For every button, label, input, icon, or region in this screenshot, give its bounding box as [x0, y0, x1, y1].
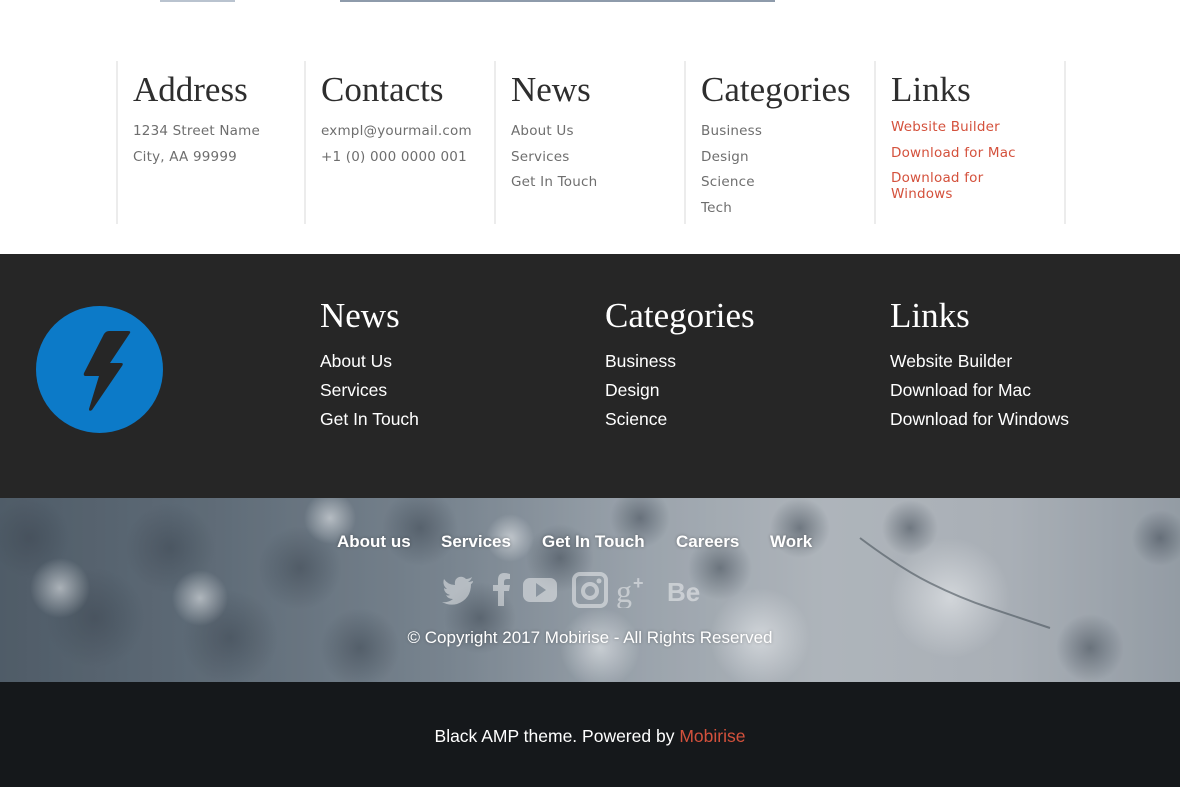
footer-link-get-in-touch[interactable]: Get In Touch: [320, 405, 419, 434]
lightning-bolt-icon: [83, 331, 131, 411]
image-footer: About us Services Get In Touch Careers W…: [0, 498, 1180, 682]
footer-category-science[interactable]: Science: [605, 405, 755, 434]
contact-email[interactable]: exmpl@yourmail.com: [321, 119, 495, 145]
category-science[interactable]: Science: [701, 170, 875, 196]
footer-link-website-builder[interactable]: Website Builder: [890, 347, 1069, 376]
powered-by-text: Black AMP theme. Powered by: [434, 726, 675, 746]
copyright-text: © Copyright 2017 Mobirise - All Rights R…: [407, 628, 773, 647]
links-list: Website Builder Download for Mac Downloa…: [891, 119, 1064, 202]
youtube-icon[interactable]: [522, 572, 558, 608]
facebook-icon[interactable]: [484, 572, 520, 608]
header-image-edge: [0, 0, 1180, 2]
category-business[interactable]: Business: [701, 119, 875, 145]
news-link-about-us[interactable]: About Us: [511, 119, 685, 145]
mobirise-link[interactable]: Mobirise: [679, 726, 745, 746]
google-plus-icon[interactable]: g +: [616, 572, 652, 608]
news-link-services[interactable]: Services: [511, 145, 685, 171]
address-title: Address: [133, 70, 248, 109]
svg-text:g: g: [616, 573, 632, 608]
footer-category-business[interactable]: Business: [605, 347, 755, 376]
bottom-bar: Black AMP theme. Powered by Mobirise: [0, 682, 1180, 787]
news-link-get-in-touch[interactable]: Get In Touch: [511, 170, 685, 196]
nav-work[interactable]: Work: [770, 532, 812, 552]
footer-link-services[interactable]: Services: [320, 376, 419, 405]
link-download-mac[interactable]: Download for Mac: [891, 145, 1064, 161]
address-line: City, AA 99999: [133, 148, 237, 165]
nav-careers[interactable]: Careers: [676, 532, 739, 552]
nav-services[interactable]: Services: [441, 532, 511, 552]
twitter-icon[interactable]: [441, 572, 477, 608]
contact-phone[interactable]: +1 (0) 000 0000 001: [321, 145, 495, 171]
footer-link-download-mac[interactable]: Download for Mac: [890, 376, 1069, 405]
footer-links-column: Links Website Builder Download for Mac D…: [890, 298, 1069, 434]
address-line: 1234 Street Name: [133, 123, 260, 139]
news-column: News About Us Services Get In Touch: [494, 61, 685, 224]
social-links: g + Be: [441, 572, 713, 608]
powered-by: Black AMP theme. Powered by Mobirise: [0, 726, 1180, 747]
category-tech[interactable]: Tech: [701, 196, 875, 222]
footer-news-column: News About Us Services Get In Touch: [320, 298, 419, 434]
links-title: Links: [891, 70, 971, 109]
footer-news-title: News: [320, 296, 400, 335]
image-footer-nav: About us Services Get In Touch Careers W…: [0, 532, 1180, 554]
amp-logo[interactable]: [36, 306, 163, 433]
nav-about-us[interactable]: About us: [337, 532, 411, 552]
instagram-icon[interactable]: [572, 572, 608, 608]
link-website-builder[interactable]: Website Builder: [891, 119, 1064, 135]
categories-column: Categories Business Design Science Tech: [684, 61, 875, 224]
footer-category-design[interactable]: Design: [605, 376, 755, 405]
contact-info-section: Address 1234 Street Name City, AA 99999 …: [0, 0, 1180, 254]
svg-text:+: +: [633, 573, 644, 593]
news-title: News: [511, 70, 591, 109]
address-column: Address 1234 Street Name City, AA 99999: [116, 61, 305, 224]
footer-categories-column: Categories Business Design Science: [605, 298, 755, 434]
contacts-title: Contacts: [321, 70, 444, 109]
behance-icon[interactable]: Be: [667, 572, 703, 608]
contacts-column: Contacts exmpl@yourmail.com +1 (0) 000 0…: [304, 61, 495, 224]
link-download-windows[interactable]: Download for Windows: [891, 170, 1031, 202]
nav-get-in-touch[interactable]: Get In Touch: [542, 532, 645, 552]
links-column: Links Website Builder Download for Mac D…: [874, 61, 1066, 224]
footer-categories-title: Categories: [605, 296, 755, 335]
footer-link-about-us[interactable]: About Us: [320, 347, 419, 376]
category-design[interactable]: Design: [701, 145, 875, 171]
footer-link-download-windows[interactable]: Download for Windows: [890, 405, 1069, 434]
svg-text:Be: Be: [667, 577, 700, 607]
categories-title: Categories: [701, 70, 851, 109]
dark-footer: News About Us Services Get In Touch Cate…: [0, 254, 1180, 498]
footer-links-title: Links: [890, 296, 970, 335]
